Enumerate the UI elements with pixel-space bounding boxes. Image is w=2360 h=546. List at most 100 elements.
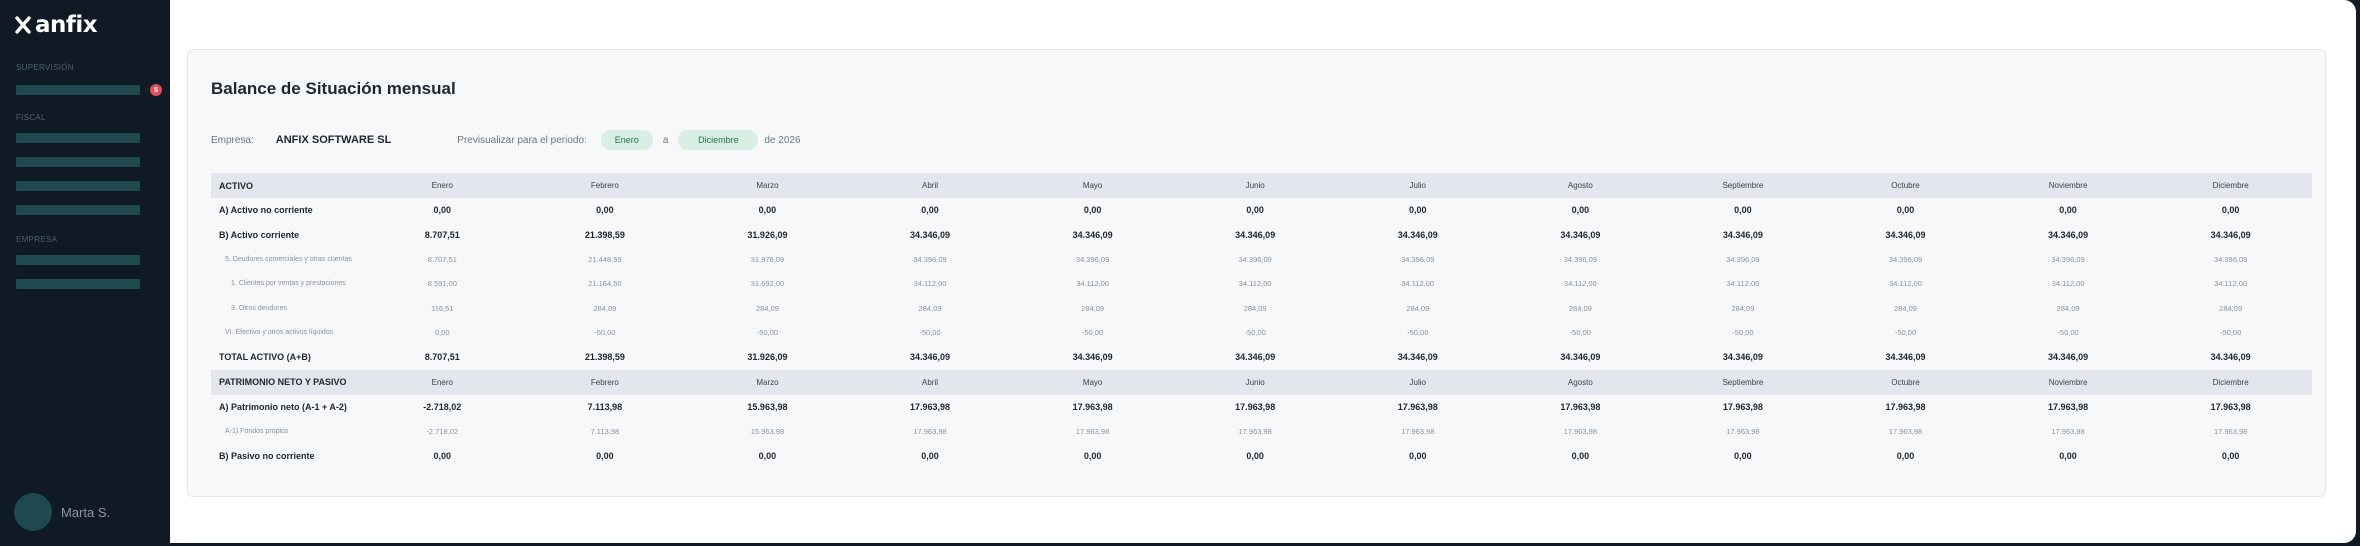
table-row: TOTAL ACTIVO (A+B) 8.707,51 21.398,59 31.92… — [211, 345, 2312, 370]
table-cell: -50,00 — [1244, 328, 1266, 338]
month-column-header: Julio — [1409, 181, 1426, 190]
month-column-header: Agosto — [1567, 377, 1593, 387]
sidebar-item-fiscal-4[interactable] — [16, 205, 140, 215]
table-cell: 0,00 — [433, 205, 452, 216]
table-cell: 31.692,00 — [750, 279, 785, 289]
table-cell: 34.112,00 — [2214, 279, 2248, 289]
table-cell: 34.396,09 — [2051, 254, 2085, 264]
table-cell: 31.926,09 — [747, 229, 788, 240]
table-section-header: PATRIMONIO NETO Y PASIVO Enero Febrero Marz… — [211, 369, 2312, 395]
main-area: Balance de Situación mensual Empresa: AN… — [170, 0, 2356, 543]
table-cell: 0,00 — [2059, 450, 2077, 461]
row-label: 3. Otros deudores — [231, 304, 288, 312]
sidebar: anfix SUPERVISIÓN 5 FISCAL EMPRESA Marta… — [0, 0, 170, 546]
table-cell: 0,00 — [1734, 205, 1752, 216]
table-cell: 17.963,98 — [1885, 401, 1926, 412]
report-filters: Empresa: ANFIX SOFTWARE SL Previsualizar… — [211, 129, 801, 151]
month-column-header: Septiembre — [1722, 377, 1764, 387]
table-cell: 284,09 — [1406, 303, 1430, 313]
table-cell: 34.112,00 — [1563, 279, 1597, 289]
user-name: Marta S. — [61, 504, 111, 520]
table-cell: 0,00 — [1083, 205, 1102, 216]
table-cell: 7.113,98 — [587, 401, 623, 412]
sidebar-item-supervision-1[interactable] — [16, 85, 140, 95]
table-cell: -2.718,02 — [423, 401, 462, 412]
period-year: de 2026 — [764, 134, 801, 146]
table-cell: 17.963,98 — [1072, 401, 1113, 412]
table-cell: 284,09 — [593, 303, 617, 313]
table-cell: 284,09 — [1081, 303, 1105, 313]
table-cell: 34.112,00 — [1726, 279, 1760, 289]
table-cell: -50,00 — [2057, 328, 2079, 338]
month-column-header: Diciembre — [2212, 377, 2249, 387]
section-empresa-label: EMPRESA — [16, 235, 58, 244]
table-cell: -50,00 — [1407, 328, 1429, 338]
table-cell: 34.346,09 — [1072, 352, 1113, 363]
month-column-header: Octubre — [1891, 181, 1920, 190]
row-label: 1. Clientes por ventas y prestaciones — [231, 280, 346, 288]
table-cell: 0,00 — [758, 450, 777, 461]
table-cell: 8.707,51 — [424, 352, 460, 363]
table-cell: 0,00 — [434, 328, 450, 338]
table-section-header: ACTIVO Enero Febrero Marzo Abril Mayo Junio Jul… — [211, 173, 2312, 198]
sidebar-item-fiscal-3[interactable] — [16, 181, 140, 191]
table-cell: 17.963,98 — [1397, 401, 1438, 412]
page-title: Balance de Situación mensual — [211, 79, 456, 98]
month-column-header: Mayo — [1082, 181, 1103, 190]
table-cell: 17.963,98 — [910, 401, 951, 412]
logo-x-icon — [15, 16, 31, 34]
table-cell: 8.707,51 — [424, 229, 460, 240]
month-column-header: Abril — [922, 377, 939, 387]
table-cell: -50,00 — [2220, 328, 2242, 338]
table-cell: -50,00 — [919, 328, 941, 338]
table-cell: 0,00 — [2059, 205, 2077, 216]
period-to-select[interactable]: Diciembre — [678, 130, 759, 150]
balance-table: ACTIVO Enero Febrero Marzo Abril Mayo Junio Jul… — [211, 173, 2312, 468]
table-row: A-1) Fondos propios -2.718,02 7.113,98 15.9… — [211, 419, 2312, 444]
table-cell: 7.113,98 — [590, 426, 620, 436]
table-cell: 116,51 — [431, 303, 454, 313]
sidebar-item-empresa-2[interactable] — [16, 279, 140, 289]
month-column-header: Febrero — [590, 377, 619, 387]
anfix-logo[interactable]: anfix — [14, 12, 98, 38]
row-label: VI. Efectivo y otros activos líquidos — [225, 329, 334, 337]
table-cell: -50,00 — [1569, 328, 1591, 338]
table-row: A) Activo no corriente 0,00 0,00 0,00 0,00 0,… — [211, 198, 2312, 223]
month-column-header: Mayo — [1082, 377, 1103, 387]
sidebar-item-fiscal-2[interactable] — [16, 157, 140, 167]
table-cell: 17.963,98 — [1238, 426, 1272, 436]
table-cell: 21.448,59 — [588, 254, 622, 264]
sidebar-item-fiscal-1[interactable] — [16, 133, 140, 143]
table-cell: 34.396,09 — [1563, 254, 1598, 264]
table-cell: 34.346,09 — [2210, 229, 2251, 240]
table-cell: 34.346,09 — [1560, 229, 1601, 240]
table-cell: 17.963,98 — [2048, 401, 2089, 412]
period-separator: a — [662, 134, 669, 146]
row-label: 5. Deudores comerciales y otras cuentas — [225, 255, 352, 263]
table-cell: 34.346,09 — [1722, 352, 1763, 363]
table-row: 3. Otros deudores 116,51 284,09 284,09 284,0… — [211, 296, 2312, 321]
table-cell: 17.963,98 — [2213, 426, 2248, 436]
brand-name: anfix — [35, 12, 98, 38]
sidebar-item-empresa-1[interactable] — [16, 255, 140, 265]
user-profile[interactable]: Marta S. — [14, 493, 110, 531]
table-cell: 21.398,59 — [584, 229, 625, 240]
month-column-header: Febrero — [590, 181, 619, 190]
table-cell: 17.963,98 — [913, 426, 947, 436]
table-cell: 31.976,09 — [750, 254, 785, 264]
table-cell: 284,09 — [918, 303, 942, 313]
table-cell: 34.346,09 — [2048, 352, 2089, 363]
table-row: A) Patrimonio neto (A-1 + A-2) -2.718,02 7… — [211, 395, 2312, 420]
company-label: Empresa: — [211, 134, 254, 146]
month-column-header: Enero — [431, 181, 453, 190]
table-cell: 15.963,98 — [750, 426, 785, 436]
table-cell: 34.346,09 — [2048, 229, 2089, 240]
month-column-header: Diciembre — [2212, 181, 2249, 190]
table-cell: 34.112,00 — [1889, 279, 1922, 289]
table-cell: 284,09 — [1894, 303, 1917, 313]
table-cell: 34.396,09 — [1238, 254, 1272, 264]
table-cell: -50,00 — [1081, 328, 1104, 338]
period-from-select[interactable]: Enero — [600, 130, 653, 150]
table-cell: 34.346,09 — [1560, 352, 1601, 363]
table-cell: 0,00 — [2221, 205, 2240, 216]
